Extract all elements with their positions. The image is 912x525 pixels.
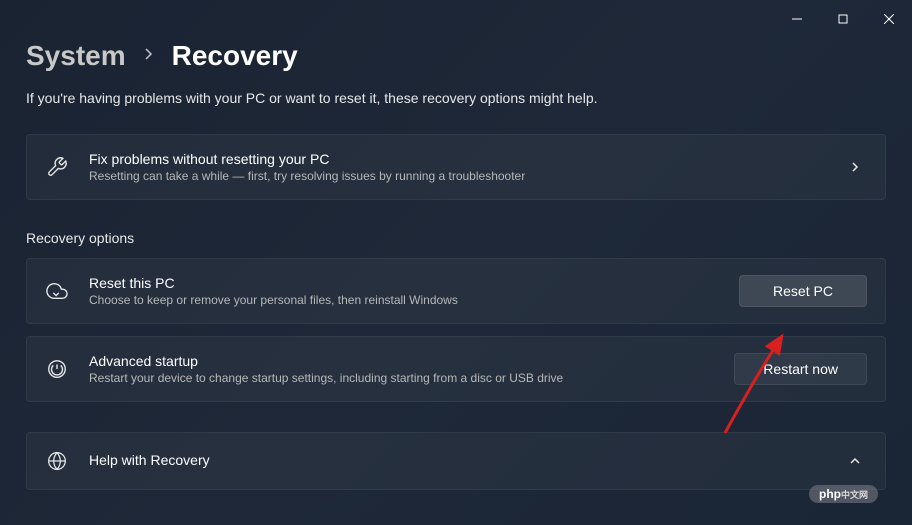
maximize-button[interactable] xyxy=(820,6,866,32)
advanced-startup-desc: Restart your device to change startup se… xyxy=(89,371,734,385)
recovery-options-header: Recovery options xyxy=(26,230,886,246)
chevron-up-icon xyxy=(843,457,867,465)
breadcrumb-parent[interactable]: System xyxy=(26,40,126,72)
badge-sub: 中文网 xyxy=(841,490,868,500)
fix-problems-desc: Resetting can take a while — first, try … xyxy=(89,169,843,183)
reset-pc-desc: Choose to keep or remove your personal f… xyxy=(89,293,739,307)
help-recovery-card[interactable]: Help with Recovery xyxy=(26,432,886,490)
advanced-startup-title: Advanced startup xyxy=(89,353,734,369)
titlebar xyxy=(0,0,912,32)
wrench-icon xyxy=(45,155,69,179)
reset-pc-card: Reset this PC Choose to keep or remove y… xyxy=(26,258,886,324)
reset-pc-button[interactable]: Reset PC xyxy=(739,275,867,307)
breadcrumb-current: Recovery xyxy=(172,40,298,72)
restart-now-button[interactable]: Restart now xyxy=(734,353,867,385)
power-options-icon xyxy=(45,357,69,381)
fix-problems-card[interactable]: Fix problems without resetting your PC R… xyxy=(26,134,886,200)
fix-problems-text: Fix problems without resetting your PC R… xyxy=(89,151,843,183)
page-subtitle: If you're having problems with your PC o… xyxy=(26,90,886,106)
reset-pc-title: Reset this PC xyxy=(89,275,739,291)
breadcrumb: System Recovery xyxy=(26,40,886,72)
advanced-startup-card: Advanced startup Restart your device to … xyxy=(26,336,886,402)
help-recovery-title: Help with Recovery xyxy=(89,452,833,468)
watermark-badge: php中文网 xyxy=(809,485,878,503)
advanced-startup-text: Advanced startup Restart your device to … xyxy=(89,353,734,385)
close-button[interactable] xyxy=(866,6,912,32)
globe-icon xyxy=(45,449,69,473)
minimize-button[interactable] xyxy=(774,6,820,32)
cloud-reset-icon xyxy=(45,279,69,303)
chevron-right-icon xyxy=(144,47,154,66)
content-area: System Recovery If you're having problem… xyxy=(0,32,912,490)
badge-main: php xyxy=(819,487,841,501)
fix-problems-title: Fix problems without resetting your PC xyxy=(89,151,843,167)
chevron-right-icon xyxy=(843,161,867,173)
reset-pc-text: Reset this PC Choose to keep or remove y… xyxy=(89,275,739,307)
help-recovery-text: Help with Recovery xyxy=(89,452,833,470)
